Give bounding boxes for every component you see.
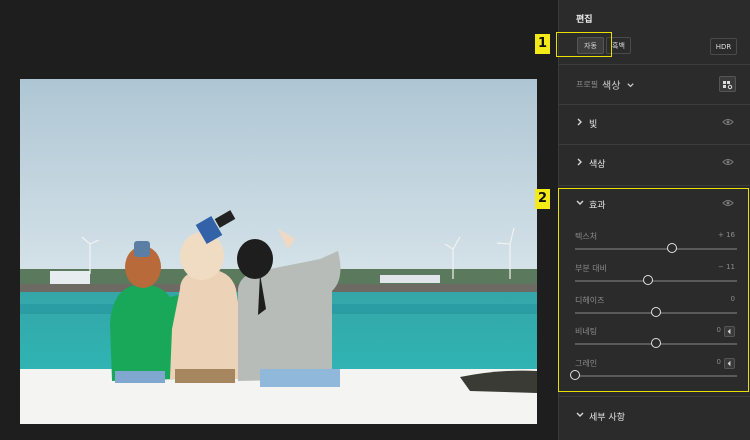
profile-dropdown[interactable]: 색상 <box>602 77 620 92</box>
edit-panel: 편집 자동 흑백 HDR 1 프로필 색상 빛 색상 효과 2 텍스처 + 16 <box>535 0 750 440</box>
slider-thumb[interactable] <box>570 370 580 380</box>
chevron-right-icon <box>577 118 582 126</box>
slider-thumb[interactable] <box>667 243 678 253</box>
slider-value: − 11 <box>718 263 735 271</box>
slider-thumb[interactable] <box>642 275 653 285</box>
section-detail-label: 세부 사항 <box>589 413 625 423</box>
slider-value: + 16 <box>718 231 735 239</box>
slider-dehaze: 디헤이즈 0 <box>559 295 750 325</box>
slider-value: 0 <box>730 295 735 303</box>
slider-name: 디헤이즈 <box>575 296 605 305</box>
chevron-right-icon <box>577 158 582 166</box>
section-color-label: 색상 <box>589 160 606 170</box>
slider-name: 텍스처 <box>575 232 598 241</box>
edited-photo <box>20 79 537 424</box>
section-light[interactable]: 빛 <box>559 104 750 144</box>
slider-track[interactable] <box>575 248 737 250</box>
slider-track[interactable] <box>575 375 737 377</box>
photo-canvas <box>0 0 558 440</box>
profile-grid-icon <box>723 81 733 90</box>
slider-name: 비네팅 <box>575 327 598 336</box>
slider-track[interactable] <box>575 280 737 282</box>
slider-value: 0 <box>716 326 721 334</box>
profile-grid-button[interactable] <box>719 76 736 92</box>
slider-grain: 그레인 0 <box>559 358 750 388</box>
slider-texture: 텍스처 + 16 <box>559 231 750 261</box>
slider-thumb[interactable] <box>651 307 661 317</box>
chevron-down-icon[interactable] <box>626 81 635 90</box>
slider-thumb[interactable] <box>651 338 661 348</box>
section-detail[interactable]: 세부 사항 <box>559 396 750 436</box>
section-color[interactable]: 색상 <box>559 144 750 184</box>
slider-name: 부분 대비 <box>575 264 607 273</box>
slider-vignette: 비네팅 0 <box>559 326 750 356</box>
chevron-left-icon <box>727 360 731 367</box>
callout-1: 1 <box>535 34 550 54</box>
chevron-down-icon <box>576 412 584 417</box>
section-light-label: 빛 <box>589 120 598 130</box>
slider-name: 그레인 <box>575 359 598 368</box>
eye-icon[interactable] <box>722 117 734 127</box>
eye-icon[interactable] <box>722 157 734 167</box>
divider <box>559 64 750 65</box>
hdr-button[interactable]: HDR <box>710 38 737 55</box>
vignette-options-button[interactable] <box>724 326 735 337</box>
slider-clarity: 부분 대비 − 11 <box>559 263 750 293</box>
panel-title: 편집 <box>576 15 593 25</box>
profile-label: 프로필 <box>576 80 599 89</box>
chevron-left-icon <box>727 328 731 335</box>
slider-value: 0 <box>716 358 721 366</box>
grain-options-button[interactable] <box>724 358 735 369</box>
callout-2: 2 <box>535 189 550 209</box>
callout-1-outline <box>556 32 612 57</box>
